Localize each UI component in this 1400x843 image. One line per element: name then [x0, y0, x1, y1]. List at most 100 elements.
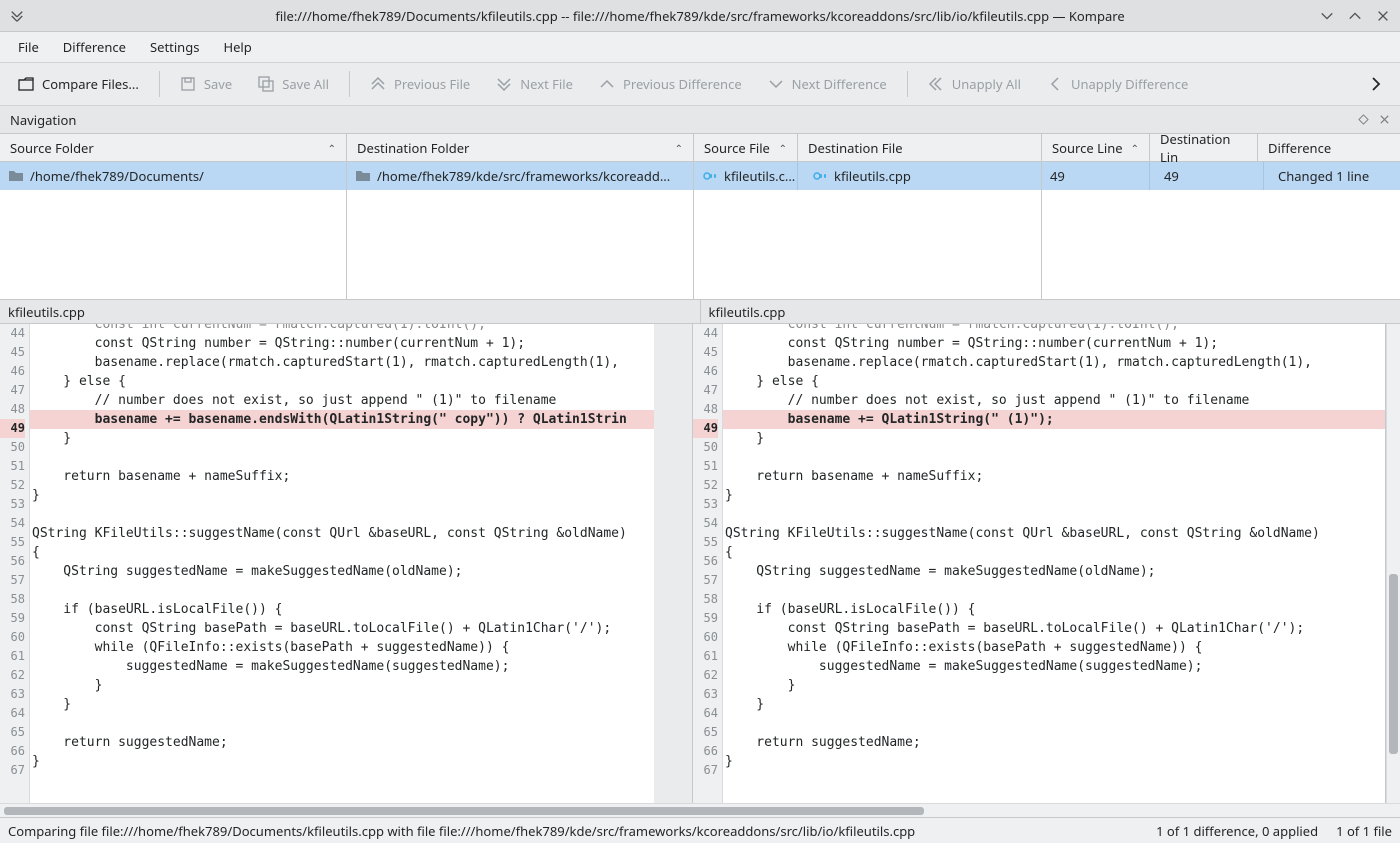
- menu-help[interactable]: Help: [213, 34, 261, 60]
- save-button: Save: [168, 69, 244, 99]
- destination-file-header[interactable]: Destination File: [798, 134, 1041, 162]
- source-file-header[interactable]: Source File ⌃: [694, 134, 798, 162]
- right-file-header: kfileutils.cpp: [701, 300, 1400, 323]
- navigation-grid: Source Folder ⌃ /home/fhek789/Documents/…: [0, 134, 1400, 300]
- code-line[interactable]: const QString basePath = baseURL.toLocal…: [30, 619, 654, 638]
- right-gutter: 4445464748495051525354555657585960616263…: [693, 324, 723, 803]
- code-line[interactable]: basename += QLatin1String(" (1)");: [723, 410, 1385, 429]
- code-line[interactable]: while (QFileInfo::exists(basePath + sugg…: [30, 638, 654, 657]
- code-line[interactable]: QString suggestedName = makeSuggestedNam…: [723, 562, 1385, 581]
- code-line[interactable]: }: [723, 486, 1385, 505]
- code-line[interactable]: basename += basename.endsWith(QLatin1Str…: [30, 410, 654, 429]
- folder-icon: [355, 168, 371, 184]
- code-line[interactable]: if (baseURL.isLocalFile()) {: [30, 600, 654, 619]
- code-line[interactable]: suggestedName = makeSuggestedName(sugges…: [723, 657, 1385, 676]
- compare-files-button[interactable]: Compare Files...: [6, 69, 151, 99]
- code-line[interactable]: }: [30, 695, 654, 714]
- code-line[interactable]: return suggestedName;: [30, 733, 654, 752]
- right-code-pane[interactable]: 4445464748495051525354555657585960616263…: [693, 324, 1386, 803]
- source-folder-row[interactable]: /home/fhek789/Documents/: [0, 162, 346, 190]
- left-code-pane[interactable]: 4445464748495051525354555657585960616263…: [0, 324, 693, 803]
- menu-settings[interactable]: Settings: [140, 34, 209, 60]
- scrollbar-thumb[interactable]: [4, 807, 924, 815]
- code-line[interactable]: return suggestedName;: [723, 733, 1385, 752]
- code-line[interactable]: while (QFileInfo::exists(basePath + sugg…: [723, 638, 1385, 657]
- left-file-header: kfileutils.cpp: [0, 300, 701, 323]
- cpp-file-icon: [812, 168, 828, 184]
- code-line[interactable]: const QString number = QString::number(c…: [30, 334, 654, 353]
- menu-difference[interactable]: Difference: [53, 34, 136, 60]
- code-line[interactable]: [723, 581, 1385, 600]
- unapply-difference-button: Unapply Difference: [1035, 69, 1200, 99]
- code-line[interactable]: }: [30, 752, 654, 771]
- panel-float-icon[interactable]: [1358, 114, 1369, 125]
- panel-close-icon[interactable]: [1379, 114, 1390, 125]
- next-difference-button: Next Difference: [756, 69, 899, 99]
- code-line[interactable]: QString suggestedName = makeSuggestedNam…: [30, 562, 654, 581]
- code-line[interactable]: QString KFileUtils::suggestName(const QU…: [723, 524, 1385, 543]
- close-icon[interactable]: [1376, 9, 1390, 23]
- code-line[interactable]: const int currentNum = rmatch.captured(1…: [30, 324, 654, 334]
- minimize-icon[interactable]: [1320, 9, 1334, 23]
- code-line[interactable]: [30, 505, 654, 524]
- code-line[interactable]: [30, 714, 654, 733]
- next-file-button: Next File: [484, 69, 585, 99]
- maximize-icon[interactable]: [1348, 9, 1362, 23]
- source-line-header[interactable]: Source Line ⌃: [1042, 134, 1150, 162]
- code-line[interactable]: // number does not exist, so just append…: [30, 391, 654, 410]
- code-line[interactable]: [723, 448, 1385, 467]
- code-line[interactable]: basename.replace(rmatch.capturedStart(1)…: [723, 353, 1385, 372]
- code-line[interactable]: const QString number = QString::number(c…: [723, 334, 1385, 353]
- vertical-scrollbar[interactable]: [1386, 324, 1400, 803]
- destination-folder-header[interactable]: Destination Folder ⌃: [347, 134, 693, 162]
- source-folder-header[interactable]: Source Folder ⌃: [0, 134, 346, 162]
- code-line[interactable]: }: [723, 752, 1385, 771]
- menu-file[interactable]: File: [8, 34, 49, 60]
- navigation-title: Navigation: [10, 111, 76, 129]
- menubar: File Difference Settings Help: [0, 32, 1400, 62]
- difference-header[interactable]: Difference: [1258, 134, 1400, 162]
- code-line[interactable]: QString KFileUtils::suggestName(const QU…: [30, 524, 654, 543]
- code-line[interactable]: } else {: [723, 372, 1385, 391]
- status-diff-count: 1 of 1 difference, 0 applied: [1156, 822, 1318, 840]
- code-line[interactable]: }: [30, 676, 654, 695]
- code-line[interactable]: [30, 581, 654, 600]
- left-code-lines[interactable]: const int currentNum = rmatch.captured(1…: [30, 324, 654, 803]
- code-line[interactable]: const QString basePath = baseURL.toLocal…: [723, 619, 1385, 638]
- toolbar: Compare Files... Save Save All Previous …: [0, 62, 1400, 106]
- code-line[interactable]: {: [723, 543, 1385, 562]
- statusbar: Comparing file file:///home/fhek789/Docu…: [0, 817, 1400, 843]
- status-main: Comparing file file:///home/fhek789/Docu…: [8, 822, 915, 840]
- folder-icon: [8, 168, 24, 184]
- scrollbar-thumb[interactable]: [1389, 574, 1398, 754]
- code-line[interactable]: }: [723, 676, 1385, 695]
- toolbar-overflow-button[interactable]: [1358, 70, 1394, 98]
- cpp-file-icon: [702, 168, 718, 184]
- right-code-lines[interactable]: const int currentNum = rmatch.captured(1…: [723, 324, 1385, 803]
- destination-folder-row[interactable]: /home/fhek789/kde/src/frameworks/kcoread…: [347, 162, 693, 190]
- file-row[interactable]: kfileutils.c... kfileutils.cpp: [694, 162, 1041, 190]
- horizontal-scrollbar[interactable]: [0, 803, 1400, 817]
- code-line[interactable]: basename.replace(rmatch.capturedStart(1)…: [30, 353, 654, 372]
- code-line[interactable]: suggestedName = makeSuggestedName(sugges…: [30, 657, 654, 676]
- code-line[interactable]: }: [30, 486, 654, 505]
- code-line[interactable]: {: [30, 543, 654, 562]
- difference-row[interactable]: 49 49 Changed 1 line: [1042, 162, 1400, 190]
- code-line[interactable]: return basename + nameSuffix;: [30, 467, 654, 486]
- code-line[interactable]: // number does not exist, so just append…: [723, 391, 1385, 410]
- code-line[interactable]: }: [30, 429, 654, 448]
- code-line[interactable]: } else {: [30, 372, 654, 391]
- titlebar-pin-icon[interactable]: [10, 9, 24, 23]
- code-line[interactable]: return basename + nameSuffix;: [723, 467, 1385, 486]
- navigation-panel-header: Navigation: [0, 106, 1400, 134]
- destination-line-header[interactable]: Destination Lin: [1150, 134, 1258, 162]
- sort-indicator-icon: ⌃: [328, 141, 336, 155]
- code-line[interactable]: [30, 448, 654, 467]
- code-line[interactable]: }: [723, 429, 1385, 448]
- status-file-count: 1 of 1 file: [1336, 822, 1392, 840]
- code-line[interactable]: [723, 505, 1385, 524]
- code-line[interactable]: }: [723, 695, 1385, 714]
- code-line[interactable]: [723, 714, 1385, 733]
- code-line[interactable]: const int currentNum = rmatch.captured(1…: [723, 324, 1385, 334]
- code-line[interactable]: if (baseURL.isLocalFile()) {: [723, 600, 1385, 619]
